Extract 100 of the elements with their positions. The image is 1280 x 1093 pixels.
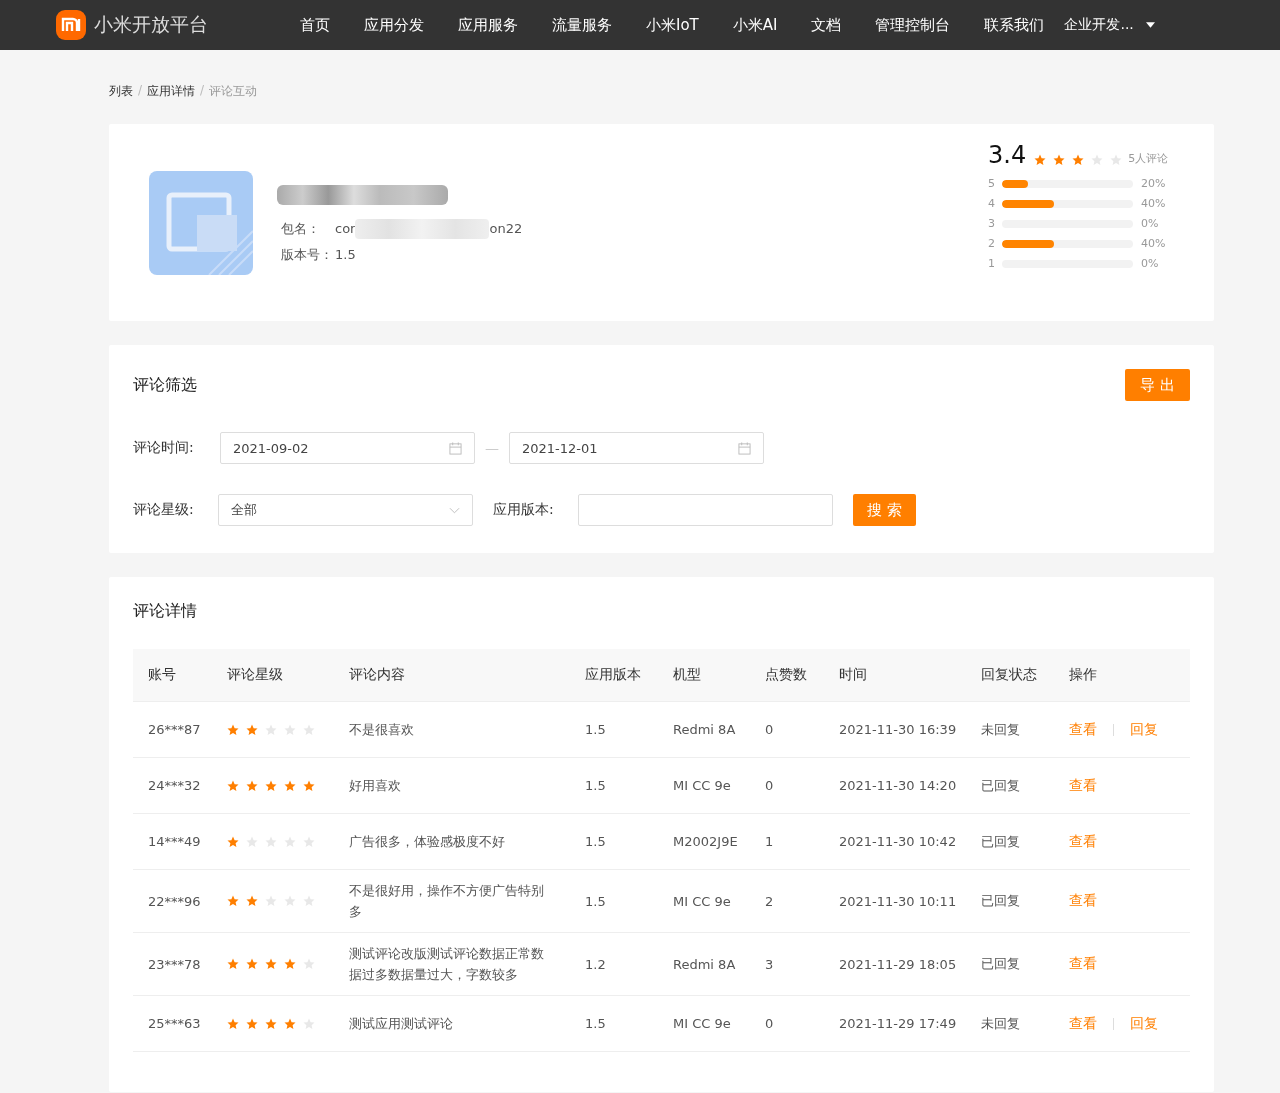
star-level-label: 4 — [988, 197, 996, 210]
star-icon — [1072, 153, 1085, 166]
table-cell-text: 1.5 — [585, 1015, 607, 1033]
table-cell-text: 不是很喜欢 — [349, 721, 415, 739]
star-icon — [284, 779, 296, 792]
table-cell-text: 2021-11-30 10:42 — [839, 833, 958, 851]
current-page-label: 评论互动 — [209, 83, 258, 100]
column-header: 点赞数 — [765, 665, 808, 684]
column-header: 回复状态 — [981, 665, 1038, 684]
table-cell-text: 已回复 — [981, 832, 1021, 851]
table-cell-text: 14***49 — [148, 833, 202, 851]
star-icon — [227, 723, 239, 736]
nav-link[interactable]: 流量服务 — [552, 15, 612, 35]
table-cell-text: 22***96 — [148, 892, 202, 911]
calendar-icon — [738, 441, 751, 455]
star-icon — [265, 779, 277, 792]
table-cell-text: 2021-11-29 18:05 — [839, 955, 958, 974]
star-level-label: 2 — [988, 237, 996, 250]
percent-label: 20% — [1141, 177, 1166, 190]
star-icon — [227, 1017, 239, 1030]
table-cell-text: 26***87 — [148, 721, 202, 739]
date-field[interactable]: 2021-09-02 — [220, 432, 475, 464]
breadcrumb-link[interactable]: 列表 — [109, 83, 133, 100]
date-separator: — — [485, 440, 499, 456]
nav-link[interactable]: 小米IoT — [646, 15, 699, 35]
table-cell-text: 1.2 — [585, 955, 607, 974]
table-cell-text: Redmi 8A — [673, 955, 737, 974]
rating-score: 3.4 — [988, 141, 1027, 168]
star-icon — [1053, 153, 1066, 166]
section-title: 评论筛选 — [133, 374, 197, 396]
table-cell-text: 0 — [765, 1015, 775, 1033]
table-cell-text: 3 — [765, 955, 775, 974]
logo-icon — [56, 10, 86, 40]
table-cell-text: 测试应用测试评论 — [349, 1015, 454, 1033]
brand-name: 小米开放平台 — [94, 12, 208, 37]
select-field[interactable]: 全部 — [218, 494, 473, 526]
star-icon — [227, 895, 239, 907]
table-cell-text: M2002J9E — [673, 833, 739, 851]
package-name-start: cor — [335, 221, 356, 236]
column-header: 应用版本 — [585, 665, 642, 684]
star-icon — [227, 835, 239, 848]
account-menu[interactable]: 企业开发... — [1064, 16, 1155, 34]
star-level-label: 1 — [988, 257, 996, 270]
breadcrumb-separator: / — [138, 83, 143, 99]
column-header: 评论内容 — [349, 665, 406, 684]
star-icon — [303, 779, 315, 792]
nav-link[interactable]: 文档 — [811, 15, 842, 35]
table-cell-text: 广告很多，体验感极度不好 — [349, 833, 506, 851]
table-cell-text: 1 — [765, 833, 775, 851]
nav-link[interactable]: 小米AI — [732, 15, 778, 35]
star-icon — [265, 958, 277, 970]
table-cell-text: 未回复 — [981, 1014, 1021, 1033]
field-label: 评论时间: — [133, 439, 195, 457]
table-cell-text: 0 — [765, 721, 775, 739]
table-cell-text: 1.5 — [585, 777, 607, 795]
star-icon — [246, 779, 258, 792]
package-name-end: on22 — [489, 221, 523, 236]
table-cell-text: 0 — [765, 777, 775, 795]
field-label: 包名： — [281, 219, 321, 238]
table-cell-text: 好用喜欢 — [349, 777, 402, 795]
star-icon — [246, 958, 258, 970]
column-header: 操作 — [1069, 665, 1098, 684]
breadcrumb-separator: / — [200, 83, 205, 99]
calendar-icon — [449, 441, 462, 455]
app-icon — [149, 170, 253, 275]
percent-label: 40% — [1141, 237, 1166, 250]
breadcrumb-link[interactable]: 应用详情 — [147, 83, 196, 100]
nav-link[interactable]: 管理控制台 — [875, 15, 951, 35]
table-cell-text: 24***32 — [148, 777, 202, 795]
table-cell-text: 已回复 — [981, 892, 1021, 910]
table-cell-text: 25***63 — [148, 1015, 202, 1033]
table-cell-text: 23***78 — [148, 955, 202, 974]
column-header: 时间 — [839, 665, 868, 684]
caret-icon — [1145, 22, 1155, 28]
nav-link[interactable]: 应用服务 — [458, 15, 518, 35]
table-cell-text: 2021-11-29 17:49 — [839, 1015, 958, 1033]
date-field[interactable]: 2021-12-01 — [509, 432, 764, 464]
column-header: 评论星级 — [227, 665, 284, 684]
nav-link[interactable]: 应用分发 — [364, 15, 424, 35]
star-icon — [284, 958, 296, 970]
field-label: 版本号： — [281, 245, 334, 264]
star-icon — [227, 779, 239, 792]
table-cell-text: 2 — [765, 892, 775, 911]
column-header: 账号 — [148, 665, 177, 684]
table-cell-text: 1.5 — [585, 833, 607, 851]
chevron-icon — [449, 506, 460, 514]
input-field[interactable] — [577, 494, 833, 526]
nav-link[interactable]: 联系我们 — [984, 15, 1045, 35]
star-level-label: 3 — [988, 217, 996, 230]
table-cell-text: MI CC 9e — [673, 892, 732, 911]
star-icon — [265, 1017, 277, 1030]
table-cell-text: Redmi 8A — [673, 721, 737, 739]
section-title: 评论详情 — [133, 601, 198, 622]
star-icon — [246, 1017, 258, 1030]
table-cell-text: 未回复 — [981, 720, 1021, 739]
table-cell-text: MI CC 9e — [673, 777, 732, 795]
table-cell-text: 2021-11-30 16:39 — [839, 721, 958, 739]
nav-link[interactable]: 首页 — [300, 15, 330, 35]
table-cell-text: 测试评论改版测试评论数据正常数据过多数据量过大，字数较多 — [349, 945, 545, 984]
table-cell-text: 2021-11-30 14:20 — [839, 777, 958, 795]
